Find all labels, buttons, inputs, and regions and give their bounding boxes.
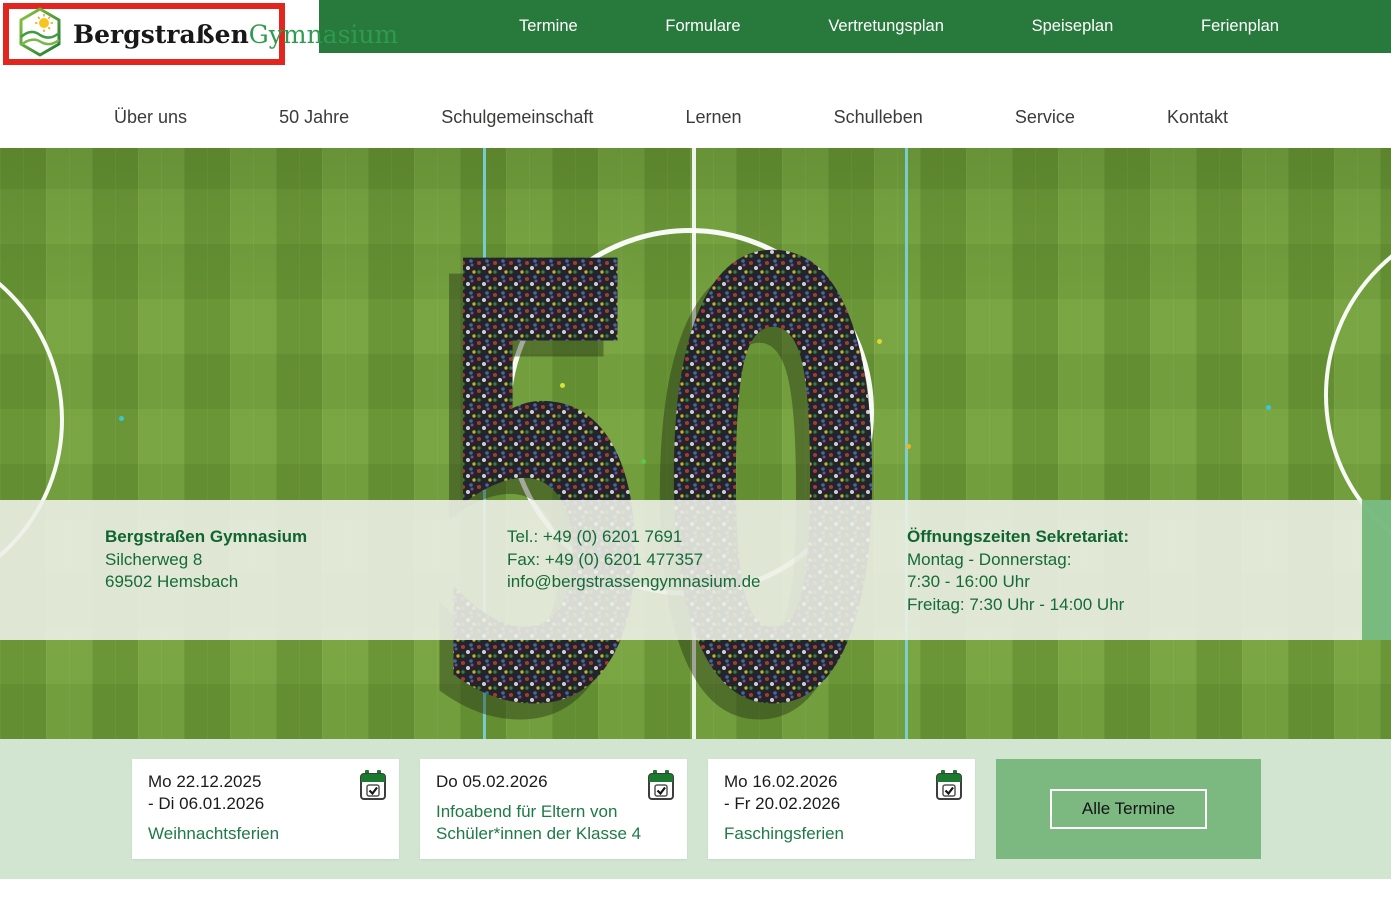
phone-block: Tel.: +49 (0) 6201 7691 Fax: +49 (0) 620…	[507, 526, 761, 594]
email-link[interactable]: info@bergstrassengymnasium.de	[507, 571, 761, 594]
main-nav-link-service[interactable]: Service	[1015, 107, 1075, 128]
address-city: 69502 Hemsbach	[105, 571, 307, 594]
footer-strip	[0, 879, 1391, 920]
event-card-weihnachtsferien[interactable]: Mo 22.12.2025 - Di 06.01.2026 Weihnachts…	[132, 759, 399, 859]
carousel-peek-strip	[1362, 500, 1391, 640]
top-nav-link-speiseplan[interactable]: Speiseplan	[1032, 17, 1114, 36]
office-hours-days: Montag - Donnerstag:	[907, 549, 1129, 572]
school-logo-icon	[17, 7, 63, 62]
phone-number: Tel.: +49 (0) 6201 7691	[507, 526, 761, 549]
main-nav-link-lernen[interactable]: Lernen	[685, 107, 741, 128]
event-card-infoabend[interactable]: Do 05.02.2026 Infoabend für Eltern von S…	[420, 759, 687, 859]
formation-number: 50	[428, 243, 888, 739]
address-block: Bergstraßen Gymnasium Silcherweg 8 69502…	[105, 526, 307, 594]
main-nav-link-ueber-uns[interactable]: Über uns	[114, 107, 187, 128]
events-bar: Mo 22.12.2025 - Di 06.01.2026 Weihnachts…	[0, 739, 1391, 879]
event-date: Do 05.02.2026	[436, 771, 671, 793]
top-nav-link-formulare[interactable]: Formulare	[665, 17, 740, 36]
top-nav-link-vertretungsplan[interactable]: Vertretungsplan	[828, 17, 944, 36]
main-nav-link-50-jahre[interactable]: 50 Jahre	[279, 107, 349, 128]
top-nav-bar: Termine Formulare Vertretungsplan Speise…	[319, 0, 1391, 53]
logo-text-bergstrassen: Bergstraßen	[73, 20, 249, 49]
logo-highlight-box[interactable]: BergstraßenGymnasium	[3, 3, 285, 65]
calendar-icon	[647, 769, 675, 806]
office-hours-time2: Freitag: 7:30 Uhr - 14:00 Uhr	[907, 594, 1129, 617]
main-nav-link-schulleben[interactable]: Schulleben	[834, 107, 923, 128]
event-title: Faschingsferien	[724, 823, 959, 845]
calendar-icon	[359, 769, 387, 806]
office-hours-time1: 7:30 - 16:00 Uhr	[907, 571, 1129, 594]
logo-text: BergstraßenGymnasium	[73, 20, 398, 49]
event-date-end: - Fr 20.02.2026	[724, 793, 959, 815]
all-termine-panel: Alle Termine	[996, 759, 1261, 859]
event-date-end: - Di 06.01.2026	[148, 793, 383, 815]
fax-number: Fax: +49 (0) 6201 477357	[507, 549, 761, 572]
field-marker-dot	[1266, 405, 1271, 410]
hero-image: 50 50 Bergstraßen Gymnasium Silcherweg 8…	[0, 148, 1391, 739]
top-bar: Termine Formulare Vertretungsplan Speise…	[0, 0, 1391, 53]
top-nav-link-termine[interactable]: Termine	[519, 17, 578, 36]
event-card-faschingsferien[interactable]: Mo 16.02.2026 - Fr 20.02.2026 Faschingsf…	[708, 759, 975, 859]
office-hours-block: Öffnungszeiten Sekretariat: Montag - Don…	[907, 526, 1129, 616]
main-nav: Über uns 50 Jahre Schulgemeinschaft Lern…	[0, 53, 1391, 148]
logo-text-gymnasium: Gymnasium	[249, 20, 398, 49]
top-nav-link-ferienplan[interactable]: Ferienplan	[1201, 17, 1279, 36]
event-date: Mo 16.02.2026	[724, 771, 959, 793]
hero-50-formation: 50 50	[428, 243, 988, 739]
event-title: Infoabend für Eltern von Schüler*innen d…	[436, 801, 671, 845]
event-date: Mo 22.12.2025	[148, 771, 383, 793]
calendar-icon	[935, 769, 963, 806]
top-nav: Termine Formulare Vertretungsplan Speise…	[519, 17, 1279, 36]
office-hours-title: Öffnungszeiten Sekretariat:	[907, 526, 1129, 549]
school-name: Bergstraßen Gymnasium	[105, 526, 307, 549]
main-nav-link-schulgemeinschaft[interactable]: Schulgemeinschaft	[441, 107, 593, 128]
event-title: Weihnachtsferien	[148, 823, 383, 845]
all-termine-button[interactable]: Alle Termine	[1050, 789, 1207, 829]
contact-overlay-band: Bergstraßen Gymnasium Silcherweg 8 69502…	[0, 500, 1391, 640]
address-street: Silcherweg 8	[105, 549, 307, 572]
main-nav-link-kontakt[interactable]: Kontakt	[1167, 107, 1228, 128]
field-marker-dot	[119, 416, 124, 421]
